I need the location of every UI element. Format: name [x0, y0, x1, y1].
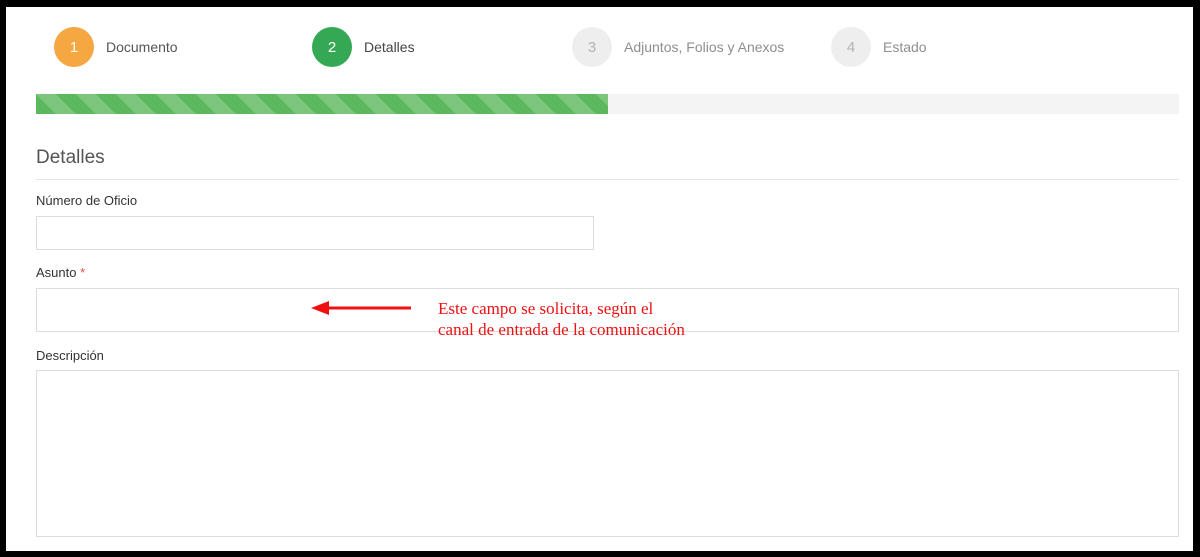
- step-detalles[interactable]: 2 Detalles: [312, 27, 415, 67]
- step-number-1: 1: [54, 27, 94, 67]
- step-label-detalles: Detalles: [364, 39, 415, 55]
- annotation-line-2: canal de entrada de la comunicación: [438, 320, 685, 339]
- descripcion-textarea[interactable]: [36, 370, 1179, 537]
- step-estado[interactable]: 4 Estado: [831, 27, 927, 67]
- annotation-note: Este campo se solicita, según el canal d…: [438, 298, 685, 340]
- numero-oficio-input[interactable]: [36, 216, 594, 250]
- step-adjuntos[interactable]: 3 Adjuntos, Folios y Anexos: [572, 27, 784, 67]
- numero-oficio-label: Número de Oficio: [36, 193, 138, 208]
- wizard-panel: 1 Documento 2 Detalles 3 Adjuntos, Folio…: [6, 7, 1193, 551]
- step-documento[interactable]: 1 Documento: [54, 27, 178, 67]
- step-label-estado: Estado: [883, 39, 927, 55]
- left-arrow-icon: [311, 301, 411, 315]
- step-label-adjuntos: Adjuntos, Folios y Anexos: [624, 39, 785, 55]
- asunto-label-text: Asunto: [36, 265, 77, 280]
- asunto-label: Asunto *: [36, 265, 85, 280]
- section-title: Detalles: [36, 147, 105, 168]
- step-number-4: 4: [831, 27, 871, 67]
- wizard-progress-bar: [36, 94, 1179, 114]
- annotation-line-1: Este campo se solicita, según el: [438, 299, 654, 318]
- required-mark: *: [80, 265, 86, 280]
- progress-fill: [36, 94, 608, 114]
- step-label-documento: Documento: [106, 39, 178, 55]
- step-number-3: 3: [572, 27, 612, 67]
- descripcion-label: Descripción: [36, 348, 104, 363]
- step-number-2: 2: [312, 27, 352, 67]
- section-divider: [36, 179, 1179, 180]
